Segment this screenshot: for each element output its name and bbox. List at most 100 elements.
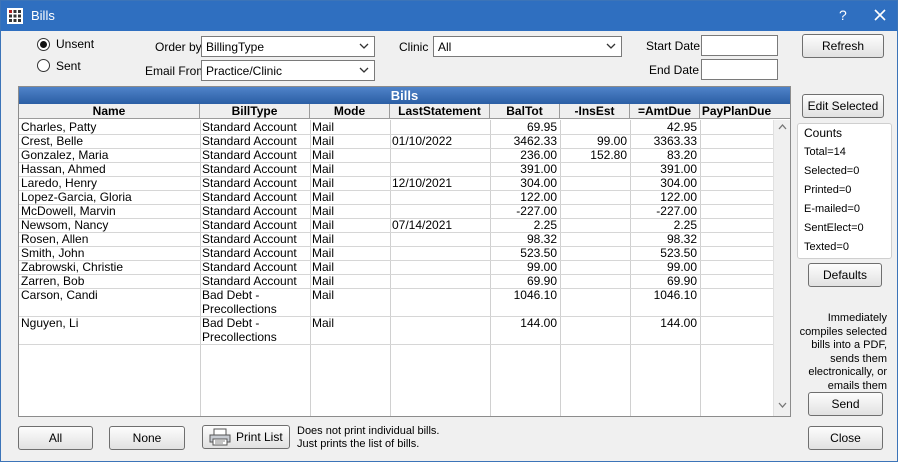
cell-mode: Mail [312, 218, 335, 232]
cell-baltot: 122.00 [520, 190, 557, 204]
column-header-amtdue[interactable]: =AmtDue [630, 104, 700, 119]
cell-amtdue: 3363.33 [653, 134, 697, 148]
unsent-radio[interactable] [37, 38, 50, 51]
cell-mode: Mail [312, 204, 335, 218]
close-button[interactable]: Close [808, 426, 883, 450]
cell-baltot: 98.32 [526, 232, 557, 246]
cell-last: 01/10/2022 [392, 134, 453, 148]
defaults-button[interactable]: Defaults [808, 263, 882, 287]
table-row[interactable]: Rosen, Allen Standard Account Mail 98.32 98.… [19, 232, 773, 246]
cell-baltot: 99.00 [526, 260, 557, 274]
cell-last: 12/10/2021 [392, 176, 453, 190]
table-row[interactable]: Hassan, Ahmed Standard Account Mail 391.00 3… [19, 162, 773, 176]
print-list-button[interactable]: Print List [202, 425, 290, 449]
counts-panel: Counts Total=14 Selected=0 Printed=0 E-m… [797, 123, 892, 259]
table-row[interactable]: Carson, Candi Bad Debt - Precollections Mai… [19, 288, 773, 316]
table-row[interactable]: Zarren, Bob Standard Account Mail 69.90 69.9… [19, 274, 773, 288]
table-row[interactable]: Smith, John Standard Account Mail 523.50 523… [19, 246, 773, 260]
order-by-select[interactable]: BillingType [201, 36, 375, 57]
column-header-laststatement[interactable]: LastStatement [390, 104, 490, 119]
send-note-line: sends them [830, 352, 887, 365]
column-header-insest[interactable]: -InsEst [560, 104, 630, 119]
table-row[interactable]: Lopez-Garcia, Gloria Standard Account Mail… [19, 190, 773, 204]
cell-billtype: Standard Account [202, 204, 297, 218]
send-button[interactable]: Send [808, 392, 883, 416]
cell-baltot: 3462.33 [513, 134, 557, 148]
count-emailed: E-mailed=0 [804, 203, 860, 215]
clinic-value: All [438, 40, 452, 54]
print-note-line-1: Does not print individual bills. [297, 425, 440, 437]
print-note-line-2: Just prints the list of bills. [297, 438, 420, 450]
email-from-select[interactable]: Practice/Clinic [201, 60, 375, 81]
cell-baltot: 236.00 [520, 148, 557, 162]
cell-baltot: 391.00 [520, 162, 557, 176]
printer-icon [209, 428, 231, 446]
cell-name: Charles, Patty [21, 120, 97, 134]
clinic-select[interactable]: All [433, 36, 622, 57]
send-description: Immediately compiles selected bills into… [799, 312, 887, 393]
row-divider [19, 344, 773, 345]
table-row[interactable]: McDowell, Marvin Standard Account Mail -227… [19, 204, 773, 218]
help-button[interactable]: ? [839, 7, 847, 23]
clinic-label: Clinic [399, 40, 429, 54]
cell-mode: Mail [312, 246, 335, 260]
count-sentelect: SentElect=0 [804, 222, 864, 234]
cell-baltot: 2.25 [533, 218, 557, 232]
title-bar: Bills ? [1, 1, 897, 31]
count-texted: Texted=0 [804, 241, 849, 253]
cell-mode: Mail [312, 288, 335, 302]
count-total: Total=14 [804, 146, 846, 158]
table-row[interactable]: Gonzalez, Maria Standard Account Mail 236.0… [19, 148, 773, 162]
column-header-name[interactable]: Name [19, 104, 200, 119]
column-header-baltot[interactable]: BalTot [490, 104, 560, 119]
cell-mode: Mail [312, 316, 335, 330]
cell-mode: Mail [312, 134, 335, 148]
cell-amtdue: -227.00 [656, 204, 697, 218]
cell-amtdue: 83.20 [666, 148, 697, 162]
end-date-field[interactable] [701, 59, 778, 80]
table-row[interactable]: Charles, Patty Standard Account Mail 69.95 4… [19, 120, 773, 134]
cell-name: Rosen, Allen [21, 232, 89, 246]
cell-amtdue: 144.00 [660, 316, 697, 330]
unsent-radio-label: Unsent [56, 37, 95, 51]
column-header-billtype[interactable]: BillType [200, 104, 310, 119]
order-by-value: BillingType [206, 40, 265, 54]
table-row[interactable]: Crest, Belle Standard Account Mail 01/10/20… [19, 134, 773, 148]
cell-mode: Mail [312, 232, 335, 246]
chevron-down-icon [606, 43, 616, 49]
column-header-mode[interactable]: Mode [310, 104, 390, 119]
cell-billtype: Standard Account [202, 232, 297, 246]
cell-mode: Mail [312, 176, 335, 190]
sent-radio-label: Sent [56, 59, 81, 73]
start-date-field[interactable] [701, 35, 778, 56]
scroll-up-icon[interactable] [778, 124, 787, 130]
cell-amtdue: 1046.10 [653, 288, 697, 302]
cell-amtdue: 304.00 [660, 176, 697, 190]
counts-title: Counts [804, 126, 843, 140]
cell-amtdue: 69.90 [666, 274, 697, 288]
cell-billtype: Standard Account [202, 134, 297, 148]
select-none-button[interactable]: None [109, 426, 185, 450]
column-header-payplandue[interactable]: PayPlanDue [700, 104, 773, 119]
cell-baltot: -227.00 [516, 204, 557, 218]
edit-selected-button[interactable]: Edit Selected [802, 94, 884, 118]
scroll-down-icon[interactable] [778, 402, 787, 408]
cell-billtype: Standard Account [202, 120, 297, 134]
cell-name: Zabrowski, Christie [21, 260, 124, 274]
table-row[interactable]: Zabrowski, Christie Standard Account Mail 9… [19, 260, 773, 274]
bills-grid: Bills Name BillType Mode LastStatement B… [18, 86, 791, 417]
close-icon[interactable] [869, 4, 891, 26]
refresh-button[interactable]: Refresh [802, 34, 884, 58]
table-row[interactable]: Nguyen, Li Bad Debt - Precollections Mail 14… [19, 316, 773, 344]
sent-radio[interactable] [37, 59, 50, 72]
table-row[interactable]: Laredo, Henry Standard Account Mail 12/10/2… [19, 176, 773, 190]
send-note-line: bills into a PDF, [811, 339, 887, 351]
vertical-scrollbar[interactable] [773, 120, 790, 416]
table-row[interactable]: Newsom, Nancy Standard Account Mail 07/14/2… [19, 218, 773, 232]
cell-billtype2: Precollections [202, 302, 277, 316]
cell-mode: Mail [312, 148, 335, 162]
select-all-button[interactable]: All [18, 426, 93, 450]
cell-baltot: 144.00 [520, 316, 557, 330]
print-list-label: Print List [236, 430, 283, 444]
cell-amtdue: 122.00 [660, 190, 697, 204]
